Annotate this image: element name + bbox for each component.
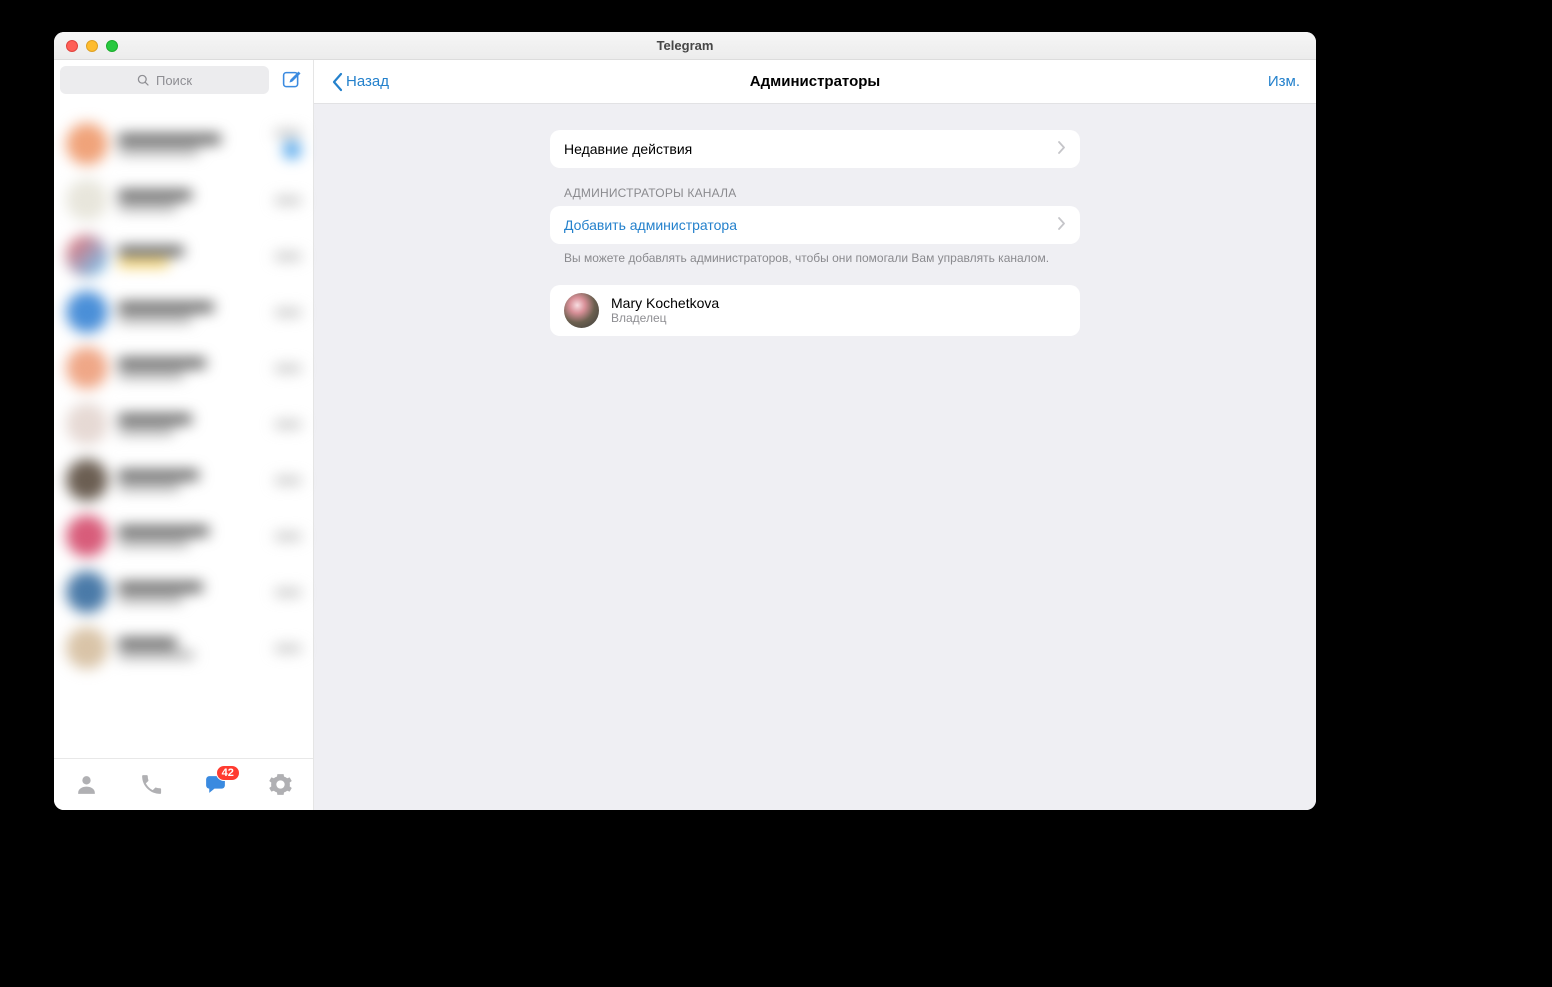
chat-item[interactable] <box>54 340 313 396</box>
chat-item[interactable] <box>54 452 313 508</box>
section-admin-list: Mary Kochetkova Владелец <box>550 285 1080 336</box>
chat-list <box>54 100 313 758</box>
admin-info: Mary Kochetkova Владелец <box>611 295 719 325</box>
recent-actions-label: Недавние действия <box>564 141 1058 157</box>
section-recent-actions: Недавние действия <box>550 130 1080 168</box>
chat-item[interactable] <box>54 172 313 228</box>
search-icon <box>137 74 150 87</box>
admin-row[interactable]: Mary Kochetkova Владелец <box>550 285 1080 336</box>
chat-item[interactable] <box>54 620 313 676</box>
compose-icon <box>281 70 302 91</box>
admin-role: Владелец <box>611 311 719 325</box>
main-header: Назад Администраторы Изм. <box>314 60 1316 104</box>
chat-item[interactable] <box>54 396 313 452</box>
chats-badge: 42 <box>216 765 240 781</box>
window-title: Telegram <box>54 38 1316 53</box>
avatar <box>564 293 599 328</box>
app-window: Telegram Поиск <box>54 32 1316 810</box>
main-content: Назад Администраторы Изм. Недавние дейст… <box>314 60 1316 810</box>
add-admin-row[interactable]: Добавить администратора <box>550 206 1080 244</box>
chat-item[interactable] <box>54 508 313 564</box>
recent-actions-row[interactable]: Недавние действия <box>550 130 1080 168</box>
add-admin-label: Добавить администратора <box>564 217 1058 233</box>
chat-item[interactable] <box>54 284 313 340</box>
tab-calls[interactable] <box>135 769 167 801</box>
contacts-icon <box>74 772 99 797</box>
sidebar: Поиск <box>54 60 314 810</box>
chat-item[interactable] <box>54 564 313 620</box>
titlebar: Telegram <box>54 32 1316 60</box>
main-body: Недавние действия АДМИНИСТРАТОРЫ КАНАЛА … <box>314 104 1316 810</box>
chevron-right-icon <box>1058 141 1066 157</box>
search-placeholder: Поиск <box>156 73 192 88</box>
phone-icon <box>139 772 164 797</box>
section-header-admins: АДМИНИСТРАТОРЫ КАНАЛА <box>550 186 1080 206</box>
gear-icon <box>268 772 293 797</box>
chat-item[interactable] <box>54 228 313 284</box>
search-input[interactable]: Поиск <box>60 66 269 94</box>
section-channel-admins: АДМИНИСТРАТОРЫ КАНАЛА Добавить администр… <box>550 186 1080 267</box>
tab-chats[interactable]: 42 <box>200 769 232 801</box>
admin-name: Mary Kochetkova <box>611 295 719 311</box>
chat-item[interactable] <box>54 116 313 172</box>
sidebar-tabs: 42 <box>54 758 313 810</box>
section-footer-admins: Вы можете добавлять администраторов, что… <box>550 244 1080 267</box>
chevron-right-icon <box>1058 217 1066 233</box>
tab-contacts[interactable] <box>70 769 102 801</box>
page-title: Администраторы <box>314 73 1316 90</box>
tab-settings[interactable] <box>265 769 297 801</box>
sidebar-top: Поиск <box>54 60 313 100</box>
compose-button[interactable] <box>277 66 305 94</box>
